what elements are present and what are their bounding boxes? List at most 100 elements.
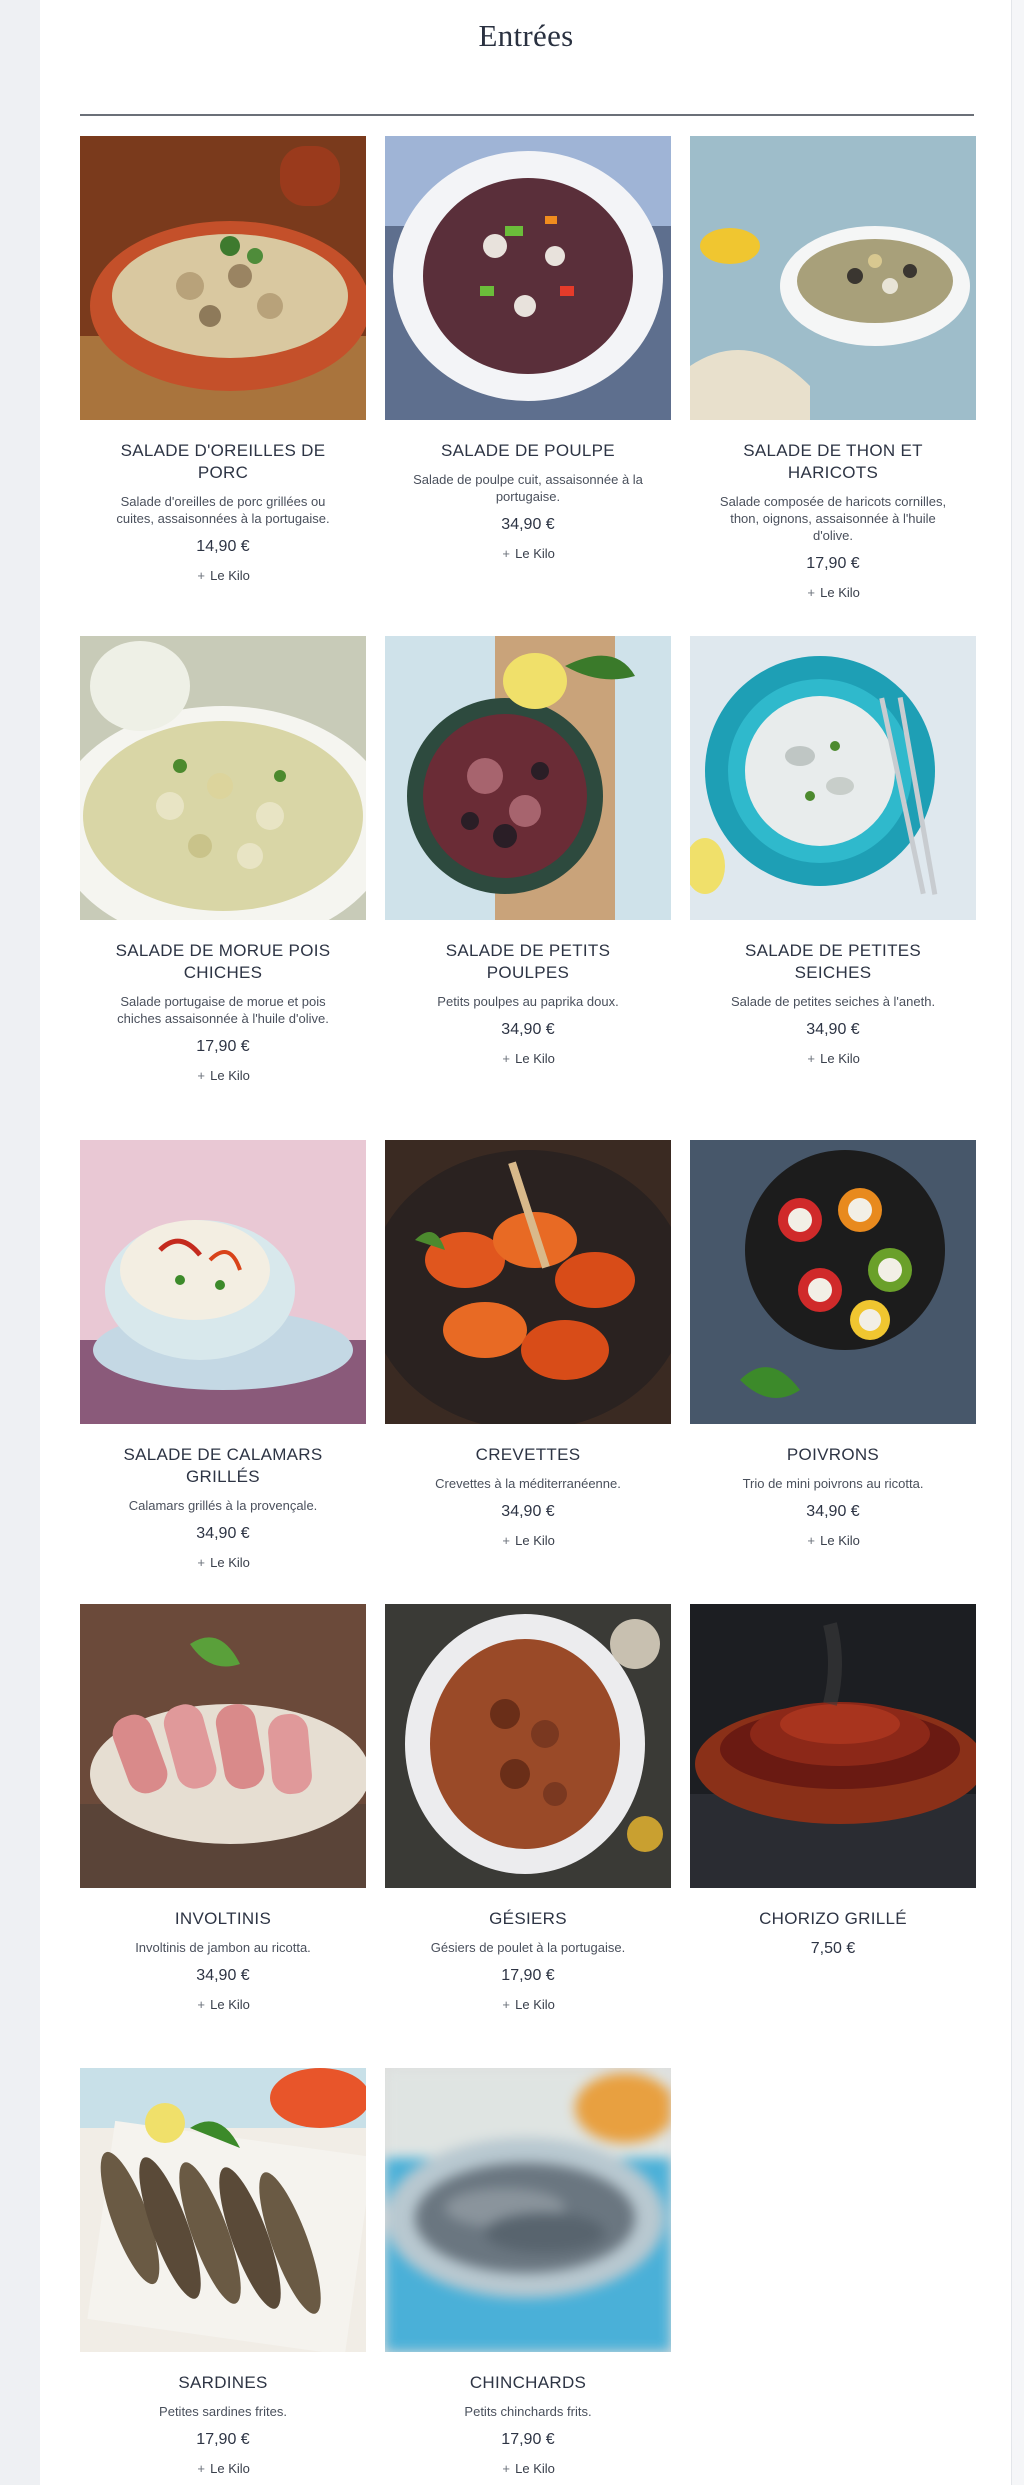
menu-item-name: SALADE D'OREILLES DE PORC	[120, 441, 326, 482]
menu-item-price: 7,50 €	[810, 1940, 856, 1957]
unit-label: Le Kilo	[515, 546, 555, 561]
menu-item-description: Calamars grillés à la provençale.	[128, 1498, 318, 1513]
menu-item-description: Salade d'oreilles de porc grillées ou cu…	[116, 494, 330, 526]
menu-item-price: 17,90 €	[501, 2431, 555, 2448]
menu-item-name: SARDINES	[178, 2373, 268, 2392]
add-unit-option[interactable]: + Le Kilo	[501, 1051, 555, 1066]
plus-icon: +	[502, 2461, 510, 2476]
cuttlefish-salad-photo[interactable]	[690, 636, 976, 920]
plus-icon: +	[502, 546, 510, 561]
menu-item-card[interactable]: SALADE DE PETITS POULPES Petits poulpes a…	[385, 636, 671, 1068]
unit-label: Le Kilo	[515, 1997, 555, 2012]
unit-label: Le Kilo	[210, 568, 250, 583]
unit-label: Le Kilo	[210, 1068, 250, 1083]
cod-chickpea-salad-photo[interactable]	[80, 636, 366, 920]
menu-item-name: CREVETTES	[475, 1445, 581, 1464]
add-unit-option[interactable]: + Le Kilo	[806, 1051, 860, 1066]
menu-item-description: Gésiers de poulet à la portugaise.	[430, 1940, 626, 1955]
plus-icon: +	[502, 1051, 510, 1066]
menu-item-name: SALADE DE POULPE	[441, 441, 615, 460]
menu-item-price: 34,90 €	[196, 1525, 250, 1542]
add-unit-option[interactable]: + Le Kilo	[501, 546, 555, 561]
menu-item-price: 34,90 €	[501, 516, 555, 533]
menu-item-description: Salade portugaise de morue et pois chich…	[117, 994, 329, 1026]
menu-item-price: 17,90 €	[196, 1038, 250, 1055]
plus-icon: +	[197, 1555, 205, 1570]
plus-icon: +	[502, 1533, 510, 1548]
menu-item-price: 34,90 €	[501, 1503, 555, 1520]
plus-icon: +	[807, 1051, 815, 1066]
menu-item-card[interactable]: SALADE DE CALAMARS GRILLÉS Calamars grill…	[80, 1140, 366, 1572]
plus-icon: +	[502, 1997, 510, 2012]
section-title: Entrées	[478, 18, 574, 53]
menu-item-description: Salade composée de haricots cornilles, t…	[719, 494, 947, 543]
menu-item-description: Petits poulpes au paprika doux.	[437, 994, 619, 1009]
grilled-chorizo-photo[interactable]	[690, 1604, 976, 1888]
menu-item-card[interactable]: CHINCHARDS Petits chinchards frits. 17,90 …	[385, 2068, 671, 2478]
add-unit-option[interactable]: + Le Kilo	[196, 2461, 250, 2476]
add-unit-option[interactable]: + Le Kilo	[501, 2461, 555, 2476]
unit-label: Le Kilo	[515, 1533, 555, 1548]
menu-item-card[interactable]: SALADE DE THON ET HARICOTS Salade composé…	[690, 136, 976, 602]
menu-item-price: 14,90 €	[196, 538, 250, 555]
menu-item-description: Salade de petites seiches à l'aneth.	[730, 994, 936, 1009]
menu-item-price: 34,90 €	[196, 1967, 250, 1984]
menu-item-card[interactable]: GÉSIERS Gésiers de poulet à la portugaise…	[385, 1604, 671, 2014]
plus-icon: +	[197, 1997, 205, 2012]
sardines-photo[interactable]	[80, 2068, 366, 2352]
menu-item-price: 34,90 €	[806, 1021, 860, 1038]
stuffed-peppers-photo[interactable]	[690, 1140, 976, 1424]
add-unit-option[interactable]: + Le Kilo	[196, 1555, 250, 1570]
unit-label: Le Kilo	[820, 585, 860, 600]
shrimp-photo[interactable]	[385, 1140, 671, 1424]
menu-item-description: Trio de mini poivrons au ricotta.	[742, 1476, 924, 1491]
menu-item-card[interactable]: POIVRONS Trio de mini poivrons au ricotta…	[690, 1140, 976, 1550]
menu-item-description: Petits chinchards frits.	[464, 2404, 592, 2419]
plus-icon: +	[807, 1533, 815, 1548]
unit-label: Le Kilo	[515, 1051, 555, 1066]
unit-label: Le Kilo	[210, 1555, 250, 1570]
menu-item-card[interactable]: CHORIZO GRILLÉ 7,50 €	[690, 1604, 976, 1958]
menu-item-card[interactable]: INVOLTINIS Involtinis de jambon au ricott…	[80, 1604, 366, 2014]
menu-item-name: SALADE DE PETITES SEICHES	[744, 941, 922, 982]
menu-item-name: SALADE DE MORUE POIS CHICHES	[115, 941, 331, 982]
add-unit-option[interactable]: + Le Kilo	[501, 1533, 555, 1548]
menu-item-card[interactable]: SALADE DE POULPE Salade de poulpe cuit, a…	[385, 136, 671, 563]
menu-item-description: Crevettes à la méditerranéenne.	[435, 1476, 621, 1491]
add-unit-option[interactable]: + Le Kilo	[196, 1068, 250, 1083]
menu-item-name: SALADE DE CALAMARS GRILLÉS	[123, 1445, 323, 1486]
add-unit-option[interactable]: + Le Kilo	[806, 585, 860, 600]
baby-octopus-photo[interactable]	[385, 636, 671, 920]
unit-label: Le Kilo	[820, 1533, 860, 1548]
section-divider	[80, 114, 974, 116]
menu-item-name: POIVRONS	[786, 1445, 880, 1464]
menu-item-price: 34,90 €	[806, 1503, 860, 1520]
tuna-bean-salad-photo[interactable]	[690, 136, 976, 420]
unit-label: Le Kilo	[820, 1051, 860, 1066]
ham-rolls-photo[interactable]	[80, 1604, 366, 1888]
unit-label: Le Kilo	[515, 2461, 555, 2476]
menu-item-card[interactable]: SARDINES Petites sardines frites. 17,90 € +…	[80, 2068, 366, 2478]
menu-item-description: Petites sardines frites.	[159, 2404, 287, 2419]
grilled-squid-salad-photo[interactable]	[80, 1140, 366, 1424]
add-unit-option[interactable]: + Le Kilo	[806, 1533, 860, 1548]
menu-item-name: SALADE DE THON ET HARICOTS	[743, 441, 923, 482]
menu-item-name: CHORIZO GRILLÉ	[759, 1909, 907, 1928]
menu-item-card[interactable]: CREVETTES Crevettes à la méditerranéenne.…	[385, 1140, 671, 1550]
plus-icon: +	[197, 2461, 205, 2476]
menu-item-card[interactable]: SALADE DE MORUE POIS CHICHES Salade portu…	[80, 636, 366, 1085]
menu-item-name: INVOLTINIS	[174, 1909, 272, 1928]
horse-mackerel-photo[interactable]	[385, 2068, 671, 2352]
menu-item-card[interactable]: SALADE D'OREILLES DE PORC Salade d'oreill…	[80, 136, 366, 585]
add-unit-option[interactable]: + Le Kilo	[196, 1997, 250, 2012]
menu-item-name: CHINCHARDS	[469, 2373, 587, 2392]
menu-item-description: Salade de poulpe cuit, assaisonnée à la …	[413, 472, 643, 504]
gizzards-photo[interactable]	[385, 1604, 671, 1888]
pork-ear-salad-photo[interactable]	[80, 136, 366, 420]
add-unit-option[interactable]: + Le Kilo	[196, 568, 250, 583]
menu-item-card[interactable]: SALADE DE PETITES SEICHES Salade de petit…	[690, 636, 976, 1068]
scrollbar-track[interactable]	[1011, 0, 1024, 2485]
add-unit-option[interactable]: + Le Kilo	[501, 1997, 555, 2012]
octopus-salad-photo[interactable]	[385, 136, 671, 420]
menu-item-price: 34,90 €	[501, 1021, 555, 1038]
